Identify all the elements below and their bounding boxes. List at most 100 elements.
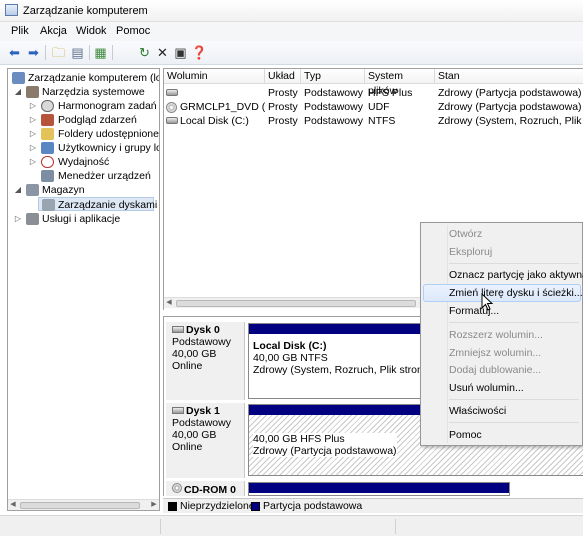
volume-fs: UDF xyxy=(368,101,390,113)
disk-name: Dysk 1 xyxy=(186,405,220,417)
performance-icon xyxy=(41,156,54,168)
volume-name xyxy=(180,86,265,100)
tree-label: Podgląd zdarzeń xyxy=(58,114,137,126)
toolbar-separator xyxy=(89,45,90,60)
services-icon xyxy=(26,213,39,225)
volume-layout: Prosty xyxy=(268,101,298,113)
expand-arrow-icon[interactable]: ▷ xyxy=(29,141,37,155)
col-header-status[interactable]: Stan xyxy=(435,69,583,84)
collapse-arrow-icon[interactable]: ◢ xyxy=(14,183,22,197)
expand-arrow-icon[interactable]: ▷ xyxy=(14,212,22,226)
menu-item-delete[interactable]: Usuń wolumin... xyxy=(449,380,524,396)
tree-item-services[interactable]: ▷ Usługi i aplikacje xyxy=(8,212,159,226)
tree-horizontal-scrollbar[interactable]: ◀ ▶ xyxy=(8,499,159,510)
expand-arrow-icon[interactable]: ▷ xyxy=(29,127,37,141)
cdrom-partition[interactable] xyxy=(248,482,510,496)
tools-icon xyxy=(26,86,39,98)
status-divider xyxy=(395,519,396,534)
show-tree-icon[interactable]: ▤ xyxy=(69,44,86,61)
forward-arrow-icon[interactable]: ➡ xyxy=(25,44,42,61)
tree-item-system-tools[interactable]: ◢ Narzędzia systemowe xyxy=(8,85,159,99)
col-header-layout[interactable]: Układ xyxy=(265,69,301,84)
col-header-filesystem[interactable]: System plików xyxy=(365,69,435,97)
disk-type: Podstawowy xyxy=(172,417,231,429)
menu-action[interactable]: Akcja xyxy=(40,25,67,37)
menu-item-extend[interactable]: Rozszerz wolumin... xyxy=(449,327,543,343)
up-folder-icon[interactable]: 🗀 xyxy=(50,44,67,61)
tree-label: Usługi i aplikacje xyxy=(42,213,121,225)
scroll-left-icon[interactable]: ◀ xyxy=(8,500,18,510)
disk-type: Podstawowy xyxy=(172,336,231,348)
tree-item-shared-folders[interactable]: ▷ Foldery udostępnione xyxy=(8,127,159,141)
menu-item-explore[interactable]: Eksploruj xyxy=(449,244,492,260)
scrollbar-thumb[interactable] xyxy=(20,502,140,509)
menu-help[interactable]: Pomoc xyxy=(116,25,150,37)
menu-item-add-mirror[interactable]: Dodaj dublowanie... xyxy=(449,362,541,378)
menu-separator xyxy=(449,263,579,264)
volume-layout: Prosty xyxy=(268,87,298,99)
menu-item-properties[interactable]: Właściwości xyxy=(449,403,506,419)
scroll-right-icon[interactable]: ▶ xyxy=(149,500,159,510)
menu-item-open[interactable]: Otwórz xyxy=(449,226,482,242)
tree-item-device-manager[interactable]: Menedżer urządzeń xyxy=(8,169,159,183)
menu-gutter xyxy=(447,225,448,443)
title-bar: Zarządzanie komputerem xyxy=(0,0,583,22)
volume-type: Podstawowy xyxy=(304,115,363,127)
delete-icon[interactable]: ✕ xyxy=(154,44,171,61)
refresh-icon[interactable]: ↻ xyxy=(136,44,153,61)
disk-1-label[interactable]: Dysk 1 Podstawowy 40,00 GB Online xyxy=(166,403,245,478)
volume-fs: NTFS xyxy=(368,115,396,127)
scroll-left-icon[interactable]: ◀ xyxy=(164,298,174,308)
disk-name: Dysk 0 xyxy=(186,324,220,336)
volume-name: GRMCLP1_DVD (D:) xyxy=(180,101,265,113)
tree-item-scheduler[interactable]: ▷ Harmonogram zadań xyxy=(8,99,159,113)
hdd-icon xyxy=(172,407,184,414)
legend-unallocated: Nieprzydzielone xyxy=(180,500,255,512)
primary-swatch xyxy=(251,502,260,511)
expand-arrow-icon[interactable]: ▷ xyxy=(29,113,37,127)
tree-label: Magazyn xyxy=(42,184,85,196)
tree-item-disk-management[interactable]: Zarządzanie dyskami xyxy=(38,197,158,211)
volume-status: Zdrowy (System, Rozruch, Plik stroni xyxy=(438,115,583,127)
volume-layout: Prosty xyxy=(268,115,298,127)
menu-item-change-letter[interactable]: Zmień literę dysku i ścieżki... xyxy=(449,285,583,301)
navigation-tree: Zarządzanie komputerem (loka ◢ Narzędzia… xyxy=(7,68,160,511)
menu-item-shrink[interactable]: Zmniejsz wolumin... xyxy=(449,345,541,361)
cdrom-0-label[interactable]: CD-ROM 0 xyxy=(166,481,245,496)
menu-item-help[interactable]: Pomoc xyxy=(449,427,482,443)
partition-size: 40,00 GB HFS Plus xyxy=(253,433,345,445)
collapse-arrow-icon[interactable]: ◢ xyxy=(14,85,22,99)
properties-sheet-icon[interactable]: ▣ xyxy=(172,44,189,61)
tree-item-event-viewer[interactable]: ▷ Podgląd zdarzeń xyxy=(8,113,159,127)
expand-arrow-icon[interactable]: ▷ xyxy=(29,99,37,113)
status-divider xyxy=(160,519,161,534)
disk-0-label[interactable]: Dysk 0 Podstawowy 40,00 GB Online xyxy=(166,322,245,400)
storage-icon xyxy=(26,184,39,196)
hdd-icon xyxy=(172,326,184,333)
volume-name: Local Disk (C:) xyxy=(180,115,249,127)
disk-state: Online xyxy=(172,360,203,372)
col-header-volume[interactable]: Wolumin xyxy=(164,69,265,84)
menu-bar: Plik Akcja Widok Pomoc xyxy=(0,22,583,41)
tree-item-root[interactable]: Zarządzanie komputerem (loka xyxy=(8,71,159,85)
scrollbar-thumb[interactable] xyxy=(176,300,416,307)
context-menu: Otwórz Eksploruj Oznacz partycję jako ak… xyxy=(420,222,583,446)
computer-management-icon xyxy=(5,4,18,16)
tree-item-storage[interactable]: ◢ Magazyn xyxy=(8,183,159,197)
primary-partition-bar xyxy=(249,483,509,493)
menu-item-mark-active[interactable]: Oznacz partycję jako aktywną xyxy=(449,267,583,283)
tree-item-users-groups[interactable]: ▷ Użytkownicy i grupy lok xyxy=(8,141,159,155)
properties-icon[interactable]: ▦ xyxy=(92,44,109,61)
menu-view[interactable]: Widok xyxy=(76,25,107,37)
menu-separator xyxy=(449,322,579,323)
back-arrow-icon[interactable]: ⬅ xyxy=(6,44,23,61)
menu-file[interactable]: Plik xyxy=(11,25,29,37)
volume-status: Zdrowy (Partycja podstawowa) xyxy=(438,101,582,113)
expand-arrow-icon[interactable]: ▷ xyxy=(29,155,37,169)
help-icon[interactable]: ❓ xyxy=(191,44,208,61)
tree-label: Wydajność xyxy=(58,156,110,168)
tree-item-performance[interactable]: ▷ Wydajność xyxy=(8,155,159,169)
window-title: Zarządzanie komputerem xyxy=(23,5,148,17)
col-header-type[interactable]: Typ xyxy=(301,69,365,84)
tree-label: Zarządzanie dyskami xyxy=(58,199,158,211)
